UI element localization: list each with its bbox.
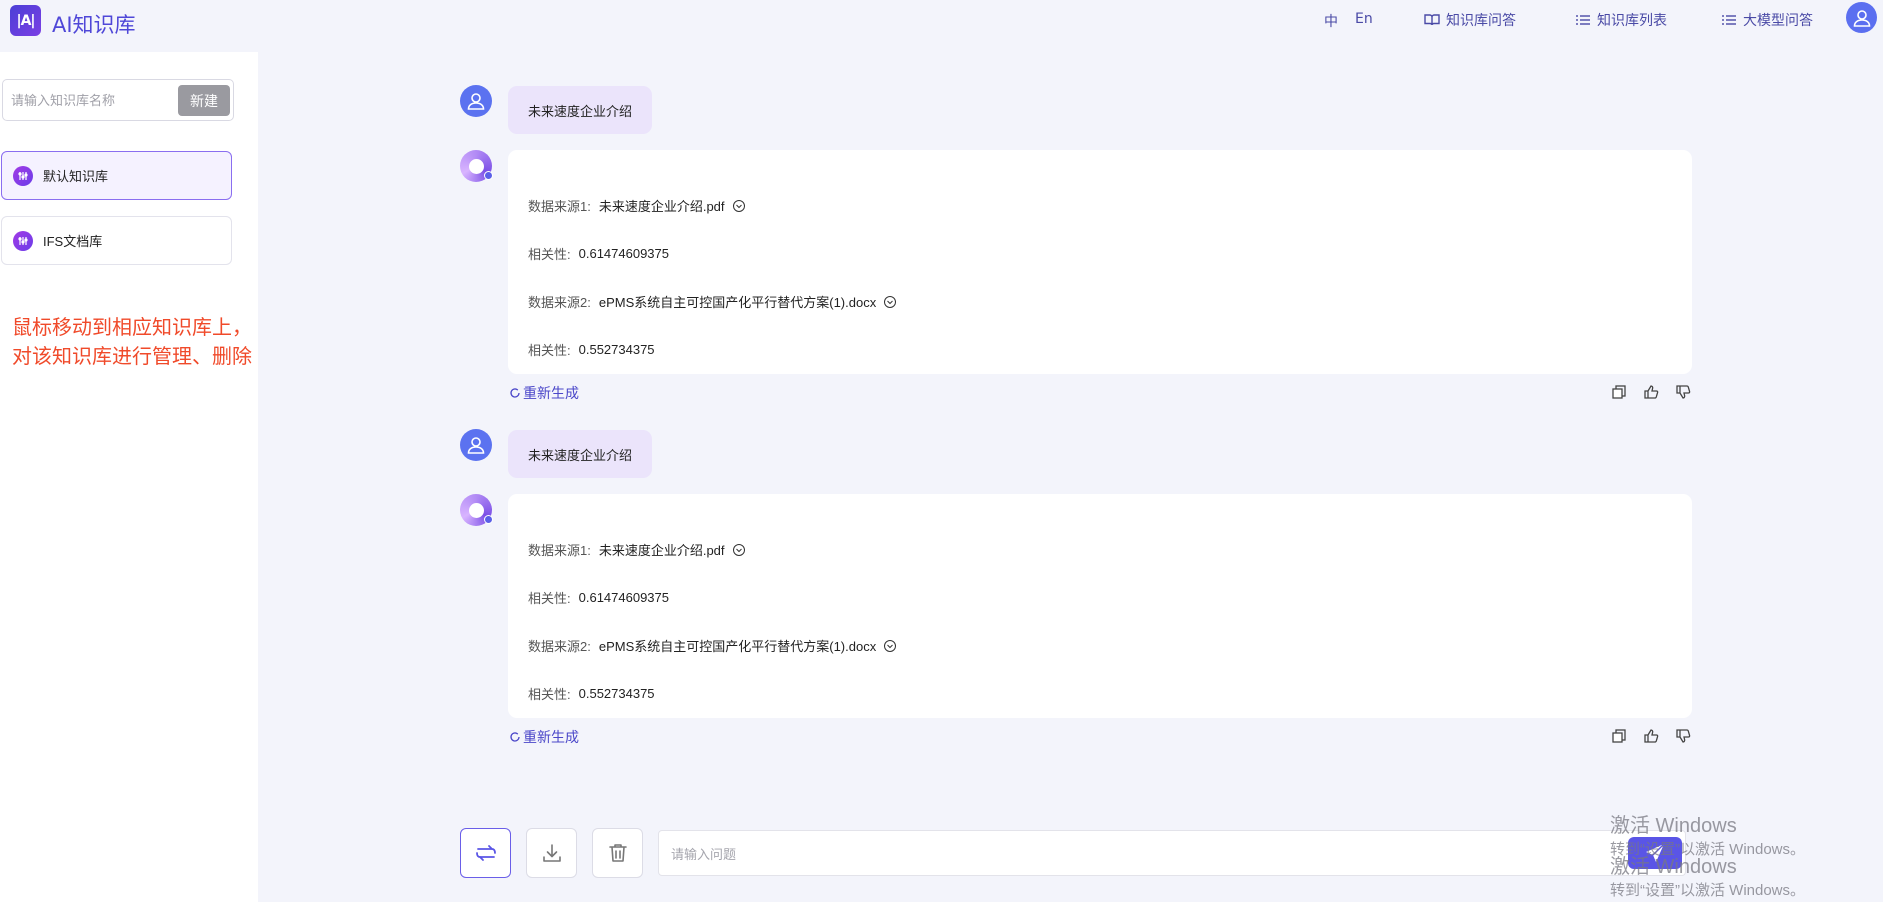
chevron-down-icon[interactable] xyxy=(732,199,746,213)
list-icon xyxy=(1575,12,1591,28)
source-line-2: 数据来源2: ePMS系统自主可控国产化平行替代方案(1).docx xyxy=(528,292,897,311)
user-message-avatar xyxy=(460,429,492,461)
relevance-line-1: 相关性: 0.61474609375 xyxy=(528,244,669,263)
windows-activation-watermark: 激活 Windows 转到“设置”以激活 Windows。 xyxy=(1610,850,1805,900)
source-file[interactable]: 未来速度企业介绍.pdf xyxy=(599,196,725,215)
top-header: |A| AI知识库 中 En 知识库问答 知识库列表 大模型问答 xyxy=(0,0,1883,52)
watermark-title: 激活 Windows xyxy=(1610,815,1737,837)
user-message-avatar xyxy=(460,85,492,117)
relevance-label: 相关性: xyxy=(528,687,571,702)
switch-mode-button[interactable] xyxy=(460,828,511,878)
regenerate-label: 重新生成 xyxy=(523,385,579,401)
watermark-title: 激活 Windows xyxy=(1610,856,1737,878)
relevance-value: 0.552734375 xyxy=(578,686,655,701)
bot-avatar xyxy=(460,494,493,526)
regenerate-button[interactable]: 重新生成 xyxy=(509,383,579,403)
copy-icon[interactable] xyxy=(1611,728,1627,744)
download-button[interactable] xyxy=(526,828,577,878)
answer-card: 数据来源1: 未来速度企业介绍.pdf 相关性: 0.61474609375 数… xyxy=(508,150,1692,374)
watermark-subtitle: 转到“设置”以激活 Windows。 xyxy=(1610,882,1806,899)
source-label: 数据来源1: xyxy=(528,543,591,558)
annotation-line: 对该知识库进行管理、删除 xyxy=(12,346,252,368)
thumbs-down-icon[interactable] xyxy=(1675,728,1691,744)
switch-icon xyxy=(473,840,499,866)
sidebar: 新建 默认知识库 IFS文档库 鼠标移动到相应知识库上， 对该知识库进行管理、删… xyxy=(0,52,258,902)
help-annotation: 鼠标移动到相应知识库上， 对该知识库进行管理、删除 xyxy=(12,314,262,372)
sidebar-item-ifs-kb[interactable]: IFS文档库 xyxy=(1,216,232,265)
regenerate-label: 重新生成 xyxy=(523,729,579,745)
sidebar-item-default-kb[interactable]: 默认知识库 xyxy=(1,151,232,200)
bot-avatar-core xyxy=(468,158,484,174)
user-icon xyxy=(1852,8,1872,28)
source-file[interactable]: ePMS系统自主可控国产化平行替代方案(1).docx xyxy=(599,292,876,311)
question-input[interactable] xyxy=(671,842,1571,866)
nav-llm-qa[interactable]: 大模型问答 xyxy=(1721,10,1813,30)
relevance-label: 相关性: xyxy=(528,591,571,606)
relevance-label: 相关性: xyxy=(528,343,571,358)
source-line-1: 数据来源1: 未来速度企业介绍.pdf xyxy=(528,196,746,215)
bot-avatar-dot xyxy=(484,515,493,524)
source-line-2: 数据来源2: ePMS系统自主可控国产化平行替代方案(1).docx xyxy=(528,636,897,655)
source-file[interactable]: ePMS系统自主可控国产化平行替代方案(1).docx xyxy=(599,636,876,655)
chevron-down-icon[interactable] xyxy=(883,639,897,653)
app-logo: |A| xyxy=(10,5,41,36)
question-bubble: 未来速度企业介绍 xyxy=(508,430,653,478)
source-label: 数据来源1: xyxy=(528,199,591,214)
trash-icon xyxy=(605,840,631,866)
app-title: AI知识库 xyxy=(52,13,136,37)
user-icon xyxy=(466,435,486,455)
book-icon xyxy=(1424,12,1440,28)
refresh-icon xyxy=(509,731,521,743)
relevance-label: 相关性: xyxy=(528,247,571,262)
annotation-line: 鼠标移动到相应知识库上， xyxy=(12,317,252,339)
knowledge-base-icon xyxy=(13,165,33,186)
lang-en-button[interactable]: En xyxy=(1355,11,1373,27)
refresh-icon xyxy=(509,387,521,399)
bot-avatar xyxy=(460,150,493,182)
source-line-1: 数据来源1: 未来速度企业介绍.pdf xyxy=(528,540,746,559)
source-label: 数据来源2: xyxy=(528,639,591,654)
chevron-down-icon[interactable] xyxy=(732,543,746,557)
kb-search-box: 新建 xyxy=(2,79,234,121)
relevance-value: 0.61474609375 xyxy=(578,246,669,261)
thumbs-up-icon[interactable] xyxy=(1643,384,1659,400)
source-label: 数据来源2: xyxy=(528,295,591,310)
nav-kb-list[interactable]: 知识库列表 xyxy=(1575,10,1667,30)
sidebar-item-label: 默认知识库 xyxy=(43,169,109,184)
new-kb-button[interactable]: 新建 xyxy=(178,85,230,116)
copy-icon[interactable] xyxy=(1611,384,1627,400)
thumbs-down-icon[interactable] xyxy=(1675,384,1691,400)
question-bubble: 未来速度企业介绍 xyxy=(508,86,653,134)
source-file[interactable]: 未来速度企业介绍.pdf xyxy=(599,540,725,559)
answer-card: 数据来源1: 未来速度企业介绍.pdf 相关性: 0.61474609375 数… xyxy=(508,494,1692,718)
chevron-down-icon[interactable] xyxy=(883,295,897,309)
relevance-value: 0.61474609375 xyxy=(578,590,669,605)
user-avatar[interactable] xyxy=(1846,2,1877,33)
question-box xyxy=(658,830,1686,876)
kb-name-input[interactable] xyxy=(11,88,171,112)
relevance-line-1: 相关性: 0.61474609375 xyxy=(528,588,669,607)
nav-label: 知识库问答 xyxy=(1446,13,1516,29)
user-icon xyxy=(466,91,486,111)
knowledge-base-icon xyxy=(13,230,33,251)
thumbs-up-icon[interactable] xyxy=(1643,728,1659,744)
nav-label: 知识库列表 xyxy=(1597,13,1667,29)
relevance-line-2: 相关性: 0.552734375 xyxy=(528,684,655,703)
lang-zh-button[interactable]: 中 xyxy=(1324,11,1338,31)
relevance-value: 0.552734375 xyxy=(578,342,655,357)
download-icon xyxy=(539,840,565,866)
clear-chat-button[interactable] xyxy=(592,828,643,878)
nav-label: 大模型问答 xyxy=(1743,13,1813,29)
regenerate-button[interactable]: 重新生成 xyxy=(509,727,579,747)
bot-avatar-dot xyxy=(484,171,493,180)
bot-avatar-core xyxy=(468,502,484,518)
list-icon xyxy=(1721,12,1737,28)
relevance-line-2: 相关性: 0.552734375 xyxy=(528,340,655,359)
sidebar-item-label: IFS文档库 xyxy=(43,234,103,249)
nav-kb-qa[interactable]: 知识库问答 xyxy=(1424,10,1516,30)
